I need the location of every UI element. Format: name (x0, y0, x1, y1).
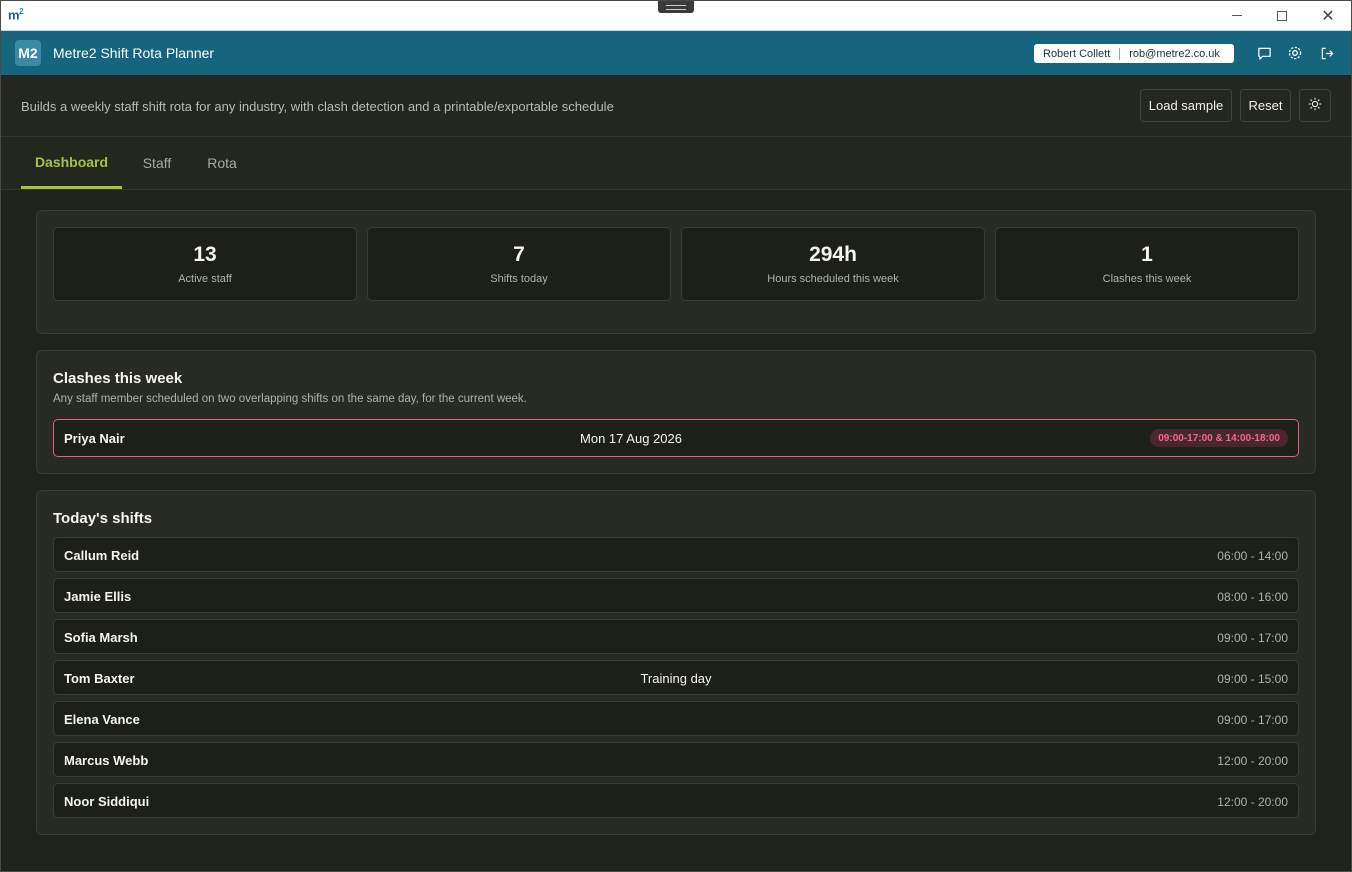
stat-card-active-staff: 13 Active staff (53, 227, 357, 301)
shift-row[interactable]: Marcus Webb 12:00 - 20:00 (53, 742, 1299, 777)
shift-time: 09:00 - 15:00 (1217, 672, 1288, 686)
shift-row[interactable]: Sofia Marsh 09:00 - 17:00 (53, 619, 1299, 654)
stat-value: 1 (1141, 243, 1153, 266)
shift-time: 08:00 - 16:00 (1217, 590, 1288, 604)
shift-staff-name: Noor Siddiqui (64, 794, 150, 809)
theme-toggle-button[interactable] (1299, 89, 1331, 122)
app-logo-badge: M2 (15, 40, 41, 66)
shift-time: 09:00 - 17:00 (1217, 713, 1288, 727)
stat-value: 13 (193, 243, 217, 266)
stat-value: 7 (513, 243, 525, 266)
user-email: rob@metre2.co.uk (1129, 47, 1220, 60)
tab-bar: Dashboard Staff Rota (0, 137, 1352, 190)
window-titlebar: m2 ✕ (0, 0, 1352, 31)
shift-staff-name: Callum Reid (64, 548, 140, 563)
shift-staff-name: Jamie Ellis (64, 589, 132, 604)
stat-value: 294h (809, 243, 857, 266)
user-info: Robert Collett rob@metre2.co.uk (1034, 44, 1234, 63)
shift-time: 06:00 - 14:00 (1217, 549, 1288, 563)
close-icon[interactable]: ✕ (1305, 0, 1351, 31)
description-bar: Builds a weekly staff shift rota for any… (0, 75, 1352, 137)
stat-card-hours-week: 294h Hours scheduled this week (681, 227, 985, 301)
clash-staff-name: Priya Nair (64, 431, 125, 446)
stat-card-shifts-today: 7 Shifts today (367, 227, 671, 301)
app-header: M2 Metre2 Shift Rota Planner Robert Coll… (0, 31, 1352, 75)
gear-icon[interactable] (1286, 44, 1304, 62)
app-window-logo: m2 (8, 7, 24, 23)
sun-icon (1308, 97, 1322, 114)
shift-time: 12:00 - 20:00 (1217, 795, 1288, 809)
shift-time: 09:00 - 17:00 (1217, 631, 1288, 645)
clashes-panel: Clashes this week Any staff member sched… (36, 350, 1316, 474)
clash-row[interactable]: Mon 17 Aug 2026 Priya Nair 09:00-17:00 &… (53, 419, 1299, 457)
maximize-icon[interactable] (1259, 0, 1305, 31)
stat-label: Clashes this week (1102, 273, 1192, 285)
stat-label: Hours scheduled this week (767, 273, 899, 285)
stat-card-clashes: 1 Clashes this week (995, 227, 1299, 301)
app-title: Metre2 Shift Rota Planner (53, 45, 215, 61)
clashes-title: Clashes this week (53, 370, 183, 387)
chat-icon[interactable] (1255, 44, 1273, 62)
todays-shifts-panel: Today's shifts Callum Reid 06:00 - 14:00… (36, 490, 1316, 835)
stats-panel: 13 Active staff 7 Shifts today 294h Hour… (36, 210, 1316, 334)
shift-staff-name: Sofia Marsh (64, 630, 138, 645)
user-name: Robert Collett (1034, 47, 1121, 60)
app-description: Builds a weekly staff shift rota for any… (21, 99, 614, 114)
logout-icon[interactable] (1318, 44, 1336, 62)
clash-times-badge: 09:00-17:00 & 14:00-18:00 (1150, 429, 1288, 447)
reset-button[interactable]: Reset (1240, 89, 1291, 122)
shift-row[interactable]: Jamie Ellis 08:00 - 16:00 (53, 578, 1299, 613)
stat-label: Shifts today (490, 273, 548, 285)
shift-staff-name: Elena Vance (64, 712, 140, 727)
window-drag-handle[interactable] (658, 0, 694, 13)
minimize-icon[interactable] (1214, 0, 1260, 31)
shift-time: 12:00 - 20:00 (1217, 754, 1288, 768)
clashes-subtitle: Any staff member scheduled on two overla… (53, 393, 527, 405)
load-sample-button[interactable]: Load sample (1140, 89, 1232, 122)
shift-row[interactable]: Noor Siddiqui 12:00 - 20:00 (53, 783, 1299, 818)
tab-rota[interactable]: Rota (201, 137, 243, 189)
shift-row[interactable]: Elena Vance 09:00 - 17:00 (53, 701, 1299, 736)
shift-row[interactable]: Callum Reid 06:00 - 14:00 (53, 537, 1299, 572)
shift-staff-name: Marcus Webb (64, 753, 149, 768)
stat-label: Active staff (178, 273, 232, 285)
todays-shifts-title: Today's shifts (53, 510, 153, 527)
shift-row[interactable]: Training day Tom Baxter 09:00 - 15:00 (53, 660, 1299, 695)
tab-dashboard[interactable]: Dashboard (21, 137, 122, 189)
clash-date: Mon 17 Aug 2026 (580, 431, 682, 446)
tab-staff[interactable]: Staff (136, 137, 178, 189)
shift-staff-name: Tom Baxter (64, 671, 135, 686)
shift-note: Training day (640, 671, 712, 686)
